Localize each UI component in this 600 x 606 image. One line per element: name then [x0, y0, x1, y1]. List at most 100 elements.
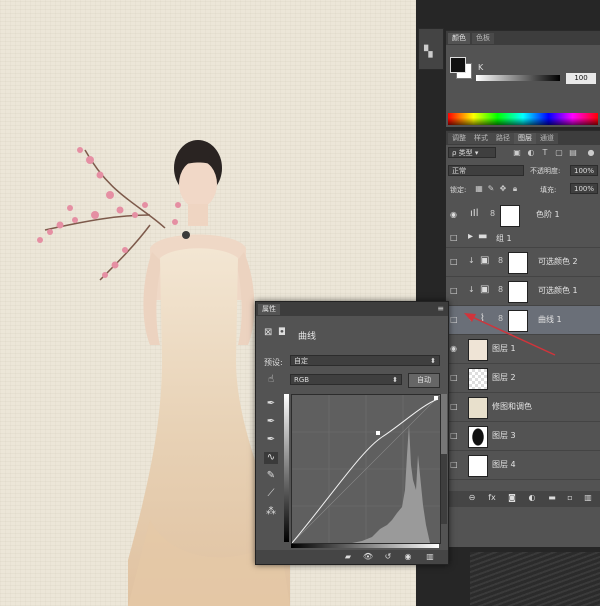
visibility-eye-icon[interactable]: ◉: [450, 210, 460, 220]
layer-row-levels-1[interactable]: ◉ ıIl 8 色阶 1: [446, 201, 600, 230]
mask-icon[interactable]: ◘: [278, 327, 286, 338]
link-icon[interactable]: 8: [490, 209, 495, 218]
visibility-icon[interactable]: ◉: [402, 552, 414, 562]
search-icon: ρ: [452, 149, 459, 157]
fx-icon[interactable]: fx: [486, 493, 498, 503]
layer-row-group-1[interactable]: □ ▸ ▬ 组 1: [446, 229, 600, 248]
filter-pixel-icon[interactable]: ▣: [512, 148, 522, 158]
swatches-panel-icon[interactable]: ▚: [424, 45, 438, 58]
curves-graph[interactable]: [291, 394, 441, 544]
tab-swatches[interactable]: 色板: [472, 33, 494, 44]
k-channel-slider[interactable]: [476, 75, 560, 81]
visibility-toggle-icon[interactable]: □: [450, 257, 460, 267]
fill-input[interactable]: 100%: [570, 183, 598, 194]
layer-mask-thumbnail[interactable]: [508, 281, 528, 303]
fill-label: 填充:: [540, 186, 557, 194]
layer-thumbnail[interactable]: [468, 397, 488, 419]
properties-titlebar[interactable]: 属性 ≡: [256, 302, 448, 316]
tab-styles[interactable]: 样式: [470, 133, 492, 144]
tab-layers[interactable]: 图层: [514, 133, 536, 144]
link-layers-icon[interactable]: ⊖: [466, 493, 478, 503]
color-spectrum-bar[interactable]: [448, 113, 598, 125]
folder-icon: ▬: [478, 231, 488, 242]
tab-paths[interactable]: 路径: [492, 133, 514, 144]
layer-row-layer-4[interactable]: □ 图层 4: [446, 451, 600, 480]
delete-icon[interactable]: ▥: [424, 552, 436, 562]
link-icon[interactable]: 8: [498, 256, 503, 265]
adjustment-type-label: 曲线: [298, 332, 317, 342]
lock-all-icon[interactable]: 🔒︎: [510, 184, 520, 194]
filter-adjustment-icon[interactable]: ◐: [526, 148, 536, 158]
k-channel-label: K: [478, 63, 484, 72]
auto-button[interactable]: 自动: [408, 373, 440, 388]
new-group-icon[interactable]: ▬: [546, 493, 558, 503]
layer-thumbnail[interactable]: [468, 455, 488, 477]
white-point-eyedropper-icon[interactable]: ✒: [264, 434, 278, 446]
view-previous-icon[interactable]: 👁︎: [362, 552, 374, 562]
layer-name: 可选颜色 1: [538, 286, 578, 295]
visibility-toggle-icon[interactable]: □: [450, 460, 460, 470]
reset-icon[interactable]: ↺: [382, 552, 394, 562]
levels-adjustment-icon: ıIl: [470, 208, 479, 219]
panel-menu-icon[interactable]: ≡: [437, 304, 444, 313]
filter-smart-object-icon[interactable]: ▤: [568, 148, 578, 158]
preset-label: 预设:: [264, 358, 283, 367]
smooth-curve-icon[interactable]: ⟋: [264, 488, 278, 500]
channel-select[interactable]: RGB ⬍: [290, 374, 402, 385]
lock-transparency-icon[interactable]: ▦: [474, 184, 484, 194]
scrollbar-thumb[interactable]: [441, 394, 447, 454]
tab-properties[interactable]: 属性: [258, 304, 280, 315]
visibility-toggle-icon[interactable]: □: [450, 431, 460, 441]
new-layer-icon[interactable]: ▫: [564, 493, 576, 503]
curves-type-icon: ⊠: [264, 327, 273, 338]
trash-icon[interactable]: ▥: [582, 493, 594, 503]
visibility-toggle-icon[interactable]: □: [450, 315, 460, 325]
opacity-input[interactable]: 100%: [570, 165, 598, 176]
preset-select[interactable]: 自定 ⬍: [290, 355, 440, 366]
lock-pixels-icon[interactable]: ✎: [486, 184, 496, 194]
properties-scrollbar[interactable]: [441, 394, 447, 524]
layer-mask-thumbnail[interactable]: [508, 252, 528, 274]
k-channel-value[interactable]: 100: [566, 73, 596, 84]
layer-row-layer-3[interactable]: □ 图层 3: [446, 422, 600, 451]
tab-adjustments[interactable]: 调整: [448, 133, 470, 144]
visibility-toggle-icon[interactable]: □: [450, 286, 460, 296]
tab-channels[interactable]: 通道: [536, 133, 558, 144]
visibility-toggle-icon[interactable]: □: [450, 373, 460, 383]
layer-row-layer-2[interactable]: □ 图层 2: [446, 364, 600, 393]
histogram: [352, 425, 430, 543]
visibility-toggle-icon[interactable]: □: [450, 233, 460, 243]
layer-row-retouch[interactable]: □ 修图和调色: [446, 393, 600, 422]
layer-thumbnail[interactable]: [468, 368, 488, 390]
clip-arrow-icon: ↓: [468, 256, 475, 265]
filter-shape-icon[interactable]: ▢: [554, 148, 564, 158]
layer-row-selective-color-1[interactable]: □ ↓ ▣ 8 可选颜色 1: [446, 277, 600, 306]
layer-row-selective-color-2[interactable]: □ ↓ ▣ 8 可选颜色 2: [446, 248, 600, 277]
preset-value: 自定: [294, 357, 308, 365]
layer-filter-value: 类型: [458, 149, 473, 157]
link-icon[interactable]: 8: [498, 285, 503, 294]
pencil-icon[interactable]: ✎: [264, 470, 278, 482]
layer-thumbnail[interactable]: [468, 426, 488, 448]
layer-filter-select[interactable]: ρ 类型 ▾: [448, 147, 496, 158]
add-mask-icon[interactable]: ◙: [506, 493, 518, 503]
gray-point-eyedropper-icon[interactable]: ✒: [264, 416, 278, 428]
filter-type-icon[interactable]: T: [540, 148, 550, 158]
black-point-eyedropper-icon[interactable]: ✒: [264, 398, 278, 410]
filter-toggle-icon[interactable]: ●: [586, 148, 596, 158]
on-image-adjust-icon[interactable]: ☝: [264, 374, 278, 386]
visibility-toggle-icon[interactable]: □: [450, 402, 460, 412]
lock-position-icon[interactable]: ✥: [498, 184, 508, 194]
visibility-eye-icon[interactable]: ◉: [450, 344, 460, 354]
curve-point-tool-icon[interactable]: ∿: [264, 452, 278, 464]
panel-dock-strip[interactable]: ▚: [418, 28, 444, 70]
layer-mask-thumbnail[interactable]: [500, 205, 520, 227]
tab-color[interactable]: 颜色: [448, 33, 470, 44]
clipping-warning-icon[interactable]: ⁂: [264, 506, 278, 518]
foreground-color-swatch[interactable]: [450, 57, 466, 73]
layer-name: 可选颜色 2: [538, 257, 578, 266]
lock-label: 锁定:: [450, 186, 467, 194]
clip-to-layer-icon[interactable]: ▰: [342, 552, 354, 562]
new-adjustment-icon[interactable]: ◐: [526, 493, 538, 503]
blend-mode-select[interactable]: 正常: [448, 165, 524, 176]
